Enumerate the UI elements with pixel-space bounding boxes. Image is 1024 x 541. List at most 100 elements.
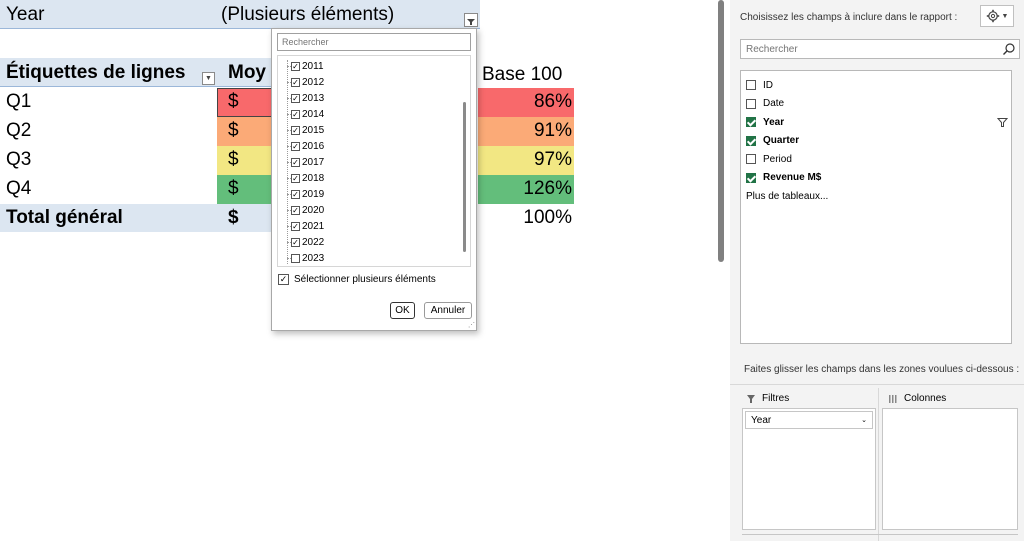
year-label: 2011 (302, 60, 324, 72)
year-label: 2013 (302, 92, 325, 104)
year-list-item[interactable]: ✓ 2015 (287, 122, 324, 138)
year-label: 2023 (302, 252, 325, 264)
currency-cell[interactable] (217, 175, 273, 204)
field-label: Period (763, 153, 792, 165)
year-list-item[interactable]: ✓ 2020 (287, 202, 324, 218)
ok-button[interactable]: OK (390, 302, 415, 319)
base-value: 91% (533, 120, 572, 141)
pane-search-box[interactable] (740, 39, 1020, 59)
filter-dropdown-button[interactable] (464, 13, 478, 27)
choose-fields-label: Choisissez les champs à inclure dans le … (740, 12, 958, 23)
total-base-value: 100% (523, 207, 572, 228)
year-checkbox[interactable]: ✓ (291, 141, 300, 151)
gear-icon (986, 9, 999, 23)
year-checkbox[interactable]: ✓ (291, 61, 300, 71)
year-checkbox[interactable]: ✓ (291, 125, 300, 135)
filter-funnel-icon[interactable] (996, 117, 1009, 131)
field-checkbox[interactable] (746, 154, 756, 164)
year-checkbox[interactable]: ✓ (291, 237, 300, 247)
field-search-input[interactable] (741, 40, 991, 58)
base-value: 86% (533, 91, 572, 112)
year-list-item[interactable]: ✓ 2018 (287, 170, 324, 186)
field-checkbox[interactable] (746, 117, 756, 127)
year-label: 2021 (302, 220, 325, 232)
year-checkbox[interactable]: ✓ (291, 109, 300, 119)
field-checkbox[interactable] (746, 98, 756, 109)
total-currency: $ (228, 207, 239, 228)
row-label: Q3 (6, 149, 32, 170)
row-label: Q4 (6, 178, 32, 199)
filters-zone-header: Filtres (746, 393, 789, 404)
columns-zone-header: Colonnes (888, 393, 946, 404)
year-filter-chip[interactable]: Year ⌄ (745, 411, 873, 429)
currency-cell[interactable] (217, 146, 273, 175)
multi-select-checkbox[interactable]: ✓ (278, 274, 289, 285)
field-item[interactable]: Year (746, 114, 1009, 131)
multi-select-option[interactable]: ✓ Sélectionner plusieurs éléments (278, 274, 436, 285)
year-checkbox[interactable] (291, 253, 300, 263)
year-checkbox[interactable]: ✓ (291, 77, 300, 87)
search-icon (1003, 43, 1015, 55)
year-label: 2019 (302, 188, 325, 200)
row-labels-dropdown[interactable]: ▼ (202, 72, 215, 85)
field-checkbox[interactable] (746, 80, 756, 90)
currency-cell[interactable] (217, 117, 273, 146)
field-item[interactable]: Date (746, 96, 1008, 112)
filter-value[interactable]: (Plusieurs éléments) (221, 4, 394, 26)
year-label: 2018 (302, 172, 325, 184)
year-list-item[interactable]: ✓ 2013 (287, 90, 324, 106)
row-label: Q1 (6, 91, 32, 112)
base-value: 97% (533, 149, 572, 170)
field-label: Quarter (763, 135, 800, 146)
field-item[interactable]: ID (746, 77, 1008, 93)
currency-symbol: $ (228, 120, 239, 141)
currency-cell[interactable] (217, 88, 273, 117)
filters-zone[interactable]: Year ⌄ (742, 408, 876, 530)
filter-dropdown-panel: ✓2011✓2012✓2013✓2014✓2015✓2016✓2017✓2018… (271, 28, 477, 331)
sheet-vertical-scrollbar[interactable] (718, 0, 724, 262)
field-label: ID (763, 79, 773, 91)
divider (730, 384, 1024, 385)
more-tables-link[interactable]: Plus de tableaux... (746, 191, 828, 202)
year-list-item[interactable]: ✓ 2021 (287, 218, 324, 234)
field-checkbox[interactable] (746, 135, 756, 146)
zone-bottom-divider (742, 534, 1018, 535)
year-list-item[interactable]: ✓ 2019 (287, 186, 324, 202)
year-checkbox[interactable]: ✓ (291, 173, 300, 183)
year-list-item[interactable]: ✓ 2014 (287, 106, 324, 122)
field-item[interactable]: Quarter (746, 133, 1008, 149)
field-item[interactable]: Period (746, 151, 1008, 167)
drag-fields-label: Faites glisser les champs dans les zones… (744, 364, 1020, 375)
filter-funnel-icon (467, 19, 475, 25)
chevron-down-icon[interactable]: ⌄ (861, 416, 867, 424)
cancel-button[interactable]: Annuler (424, 302, 472, 319)
dropdown-search-input[interactable] (277, 33, 471, 51)
year-label: 2012 (302, 76, 325, 88)
year-list-item[interactable]: ✓ 2012 (287, 74, 324, 90)
year-checkbox[interactable]: ✓ (291, 221, 300, 231)
year-list-item[interactable]: ✓ 2017 (287, 154, 324, 170)
pane-settings-button[interactable]: ▼ (980, 5, 1014, 27)
resize-grip-icon[interactable]: ⋰ (468, 322, 475, 329)
currency-symbol: $ (228, 91, 239, 112)
year-checkbox[interactable]: ✓ (291, 205, 300, 215)
year-list-item[interactable]: ✓ 2022 (287, 234, 324, 250)
year-checkbox[interactable]: ✓ (291, 93, 300, 103)
year-filter-chip-label: Year (751, 414, 772, 426)
field-checkbox[interactable] (746, 172, 756, 183)
year-checkbox[interactable]: ✓ (291, 157, 300, 167)
year-checkbox[interactable]: ✓ (291, 189, 300, 199)
field-item[interactable]: Revenue M$ (746, 170, 1008, 186)
year-list-item[interactable]: ✓ 2016 (287, 138, 324, 154)
currency-symbol: $ (228, 149, 239, 170)
zone-divider (878, 388, 879, 541)
year-list-item[interactable]: 2023 (287, 250, 324, 266)
year-list-item[interactable]: ✓ 2011 (287, 58, 324, 74)
currency-symbol: $ (228, 178, 239, 199)
field-label: Year (763, 116, 785, 128)
year-label: 2017 (302, 156, 325, 168)
columns-zone[interactable] (882, 408, 1018, 530)
year-label: 2016 (302, 140, 325, 152)
checklist-scrollbar[interactable] (463, 102, 466, 252)
row-label: Q2 (6, 120, 32, 141)
